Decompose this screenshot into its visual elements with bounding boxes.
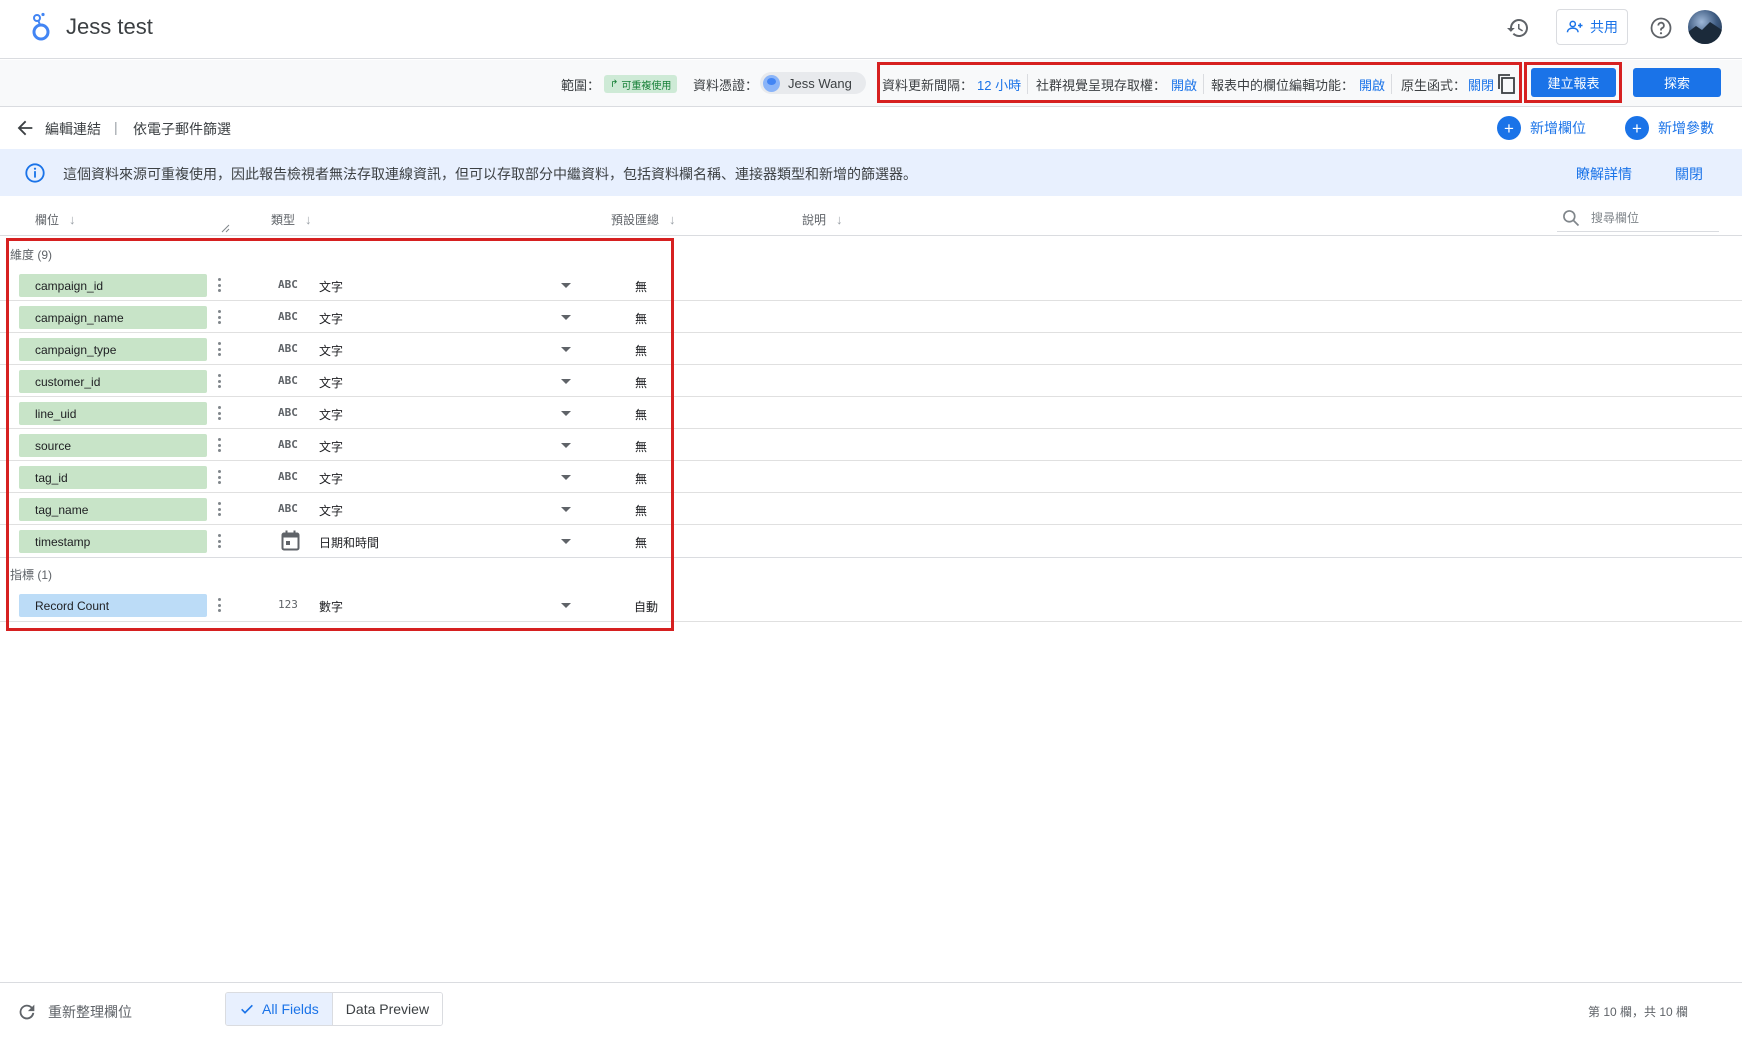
highlight-box bbox=[6, 238, 674, 631]
highlight-box bbox=[1524, 62, 1622, 103]
tab-data-preview-label: Data Preview bbox=[345, 1001, 430, 1017]
sort-arrow-icon: ↓ bbox=[669, 212, 676, 227]
breadcrumb-separator: | bbox=[114, 119, 118, 135]
search-icon bbox=[1563, 210, 1580, 227]
column-header-aggregation-label: 預設匯總 bbox=[611, 213, 660, 227]
share-arrow-icon: ↱ bbox=[610, 78, 619, 90]
data-source-editor: Jess test 共用 範圍： ↱ 可重複使用 資料憑證： Jess Wang… bbox=[0, 0, 1742, 1051]
top-header: Jess test 共用 bbox=[0, 0, 1742, 59]
share-button[interactable]: 共用 bbox=[1556, 9, 1628, 45]
footer-bar: 重新整理欄位 All Fields Data Preview 第 10 欄，共 … bbox=[0, 982, 1742, 1051]
search-input[interactable] bbox=[1591, 207, 1717, 229]
version-history-icon[interactable] bbox=[1503, 13, 1533, 43]
explore-button[interactable]: 探索 bbox=[1633, 68, 1721, 97]
help-icon[interactable] bbox=[1646, 13, 1676, 43]
sort-arrow-icon: ↓ bbox=[69, 212, 76, 227]
looker-studio-logo-icon bbox=[32, 12, 50, 41]
share-label: 共用 bbox=[1590, 19, 1618, 35]
add-field-button[interactable]: + 新增欄位 bbox=[1497, 116, 1586, 140]
credentials-label: 資料憑證： bbox=[693, 78, 759, 93]
breadcrumb: 編輯連結 | 依電子郵件篩選 + 新增欄位 + 新增參數 bbox=[0, 107, 1742, 149]
refresh-icon bbox=[19, 1004, 35, 1020]
tab-all-fields[interactable]: All Fields bbox=[226, 993, 333, 1025]
credentials-avatar-icon bbox=[763, 74, 780, 92]
data-source-name[interactable]: 依電子郵件篩選 bbox=[133, 119, 231, 139]
tab-data-preview[interactable]: Data Preview bbox=[332, 993, 443, 1025]
add-field-label: 新增欄位 bbox=[1530, 120, 1586, 136]
credentials-chip[interactable]: Jess Wang bbox=[760, 72, 866, 94]
refresh-fields-label: 重新整理欄位 bbox=[48, 1004, 132, 1020]
learn-more-link[interactable]: 瞭解詳情 bbox=[1576, 164, 1632, 184]
column-header-description[interactable]: 說明 ↓ bbox=[802, 211, 843, 228]
add-person-icon bbox=[1566, 20, 1583, 33]
add-parameter-label: 新增參數 bbox=[1658, 120, 1714, 136]
table-header: 欄位 ↓ 類型 ↓ 預設匯總 ↓ 說明 ↓ bbox=[0, 200, 1742, 236]
user-avatar[interactable] bbox=[1688, 10, 1722, 44]
reusable-chip: ↱ 可重複使用 bbox=[604, 75, 678, 93]
info-icon bbox=[25, 163, 45, 183]
highlight-box bbox=[877, 62, 1522, 103]
column-header-aggregation[interactable]: 預設匯總 ↓ bbox=[611, 211, 676, 228]
column-header-field-label: 欄位 bbox=[35, 213, 60, 227]
refresh-fields-button[interactable]: 重新整理欄位 bbox=[16, 1001, 132, 1023]
add-parameter-button[interactable]: + 新增參數 bbox=[1625, 116, 1714, 140]
column-header-description-label: 說明 bbox=[802, 213, 827, 227]
field-count: 第 10 欄，共 10 欄 bbox=[1588, 1005, 1689, 1019]
credentials-user: Jess Wang bbox=[788, 75, 852, 91]
column-header-field[interactable]: 欄位 ↓ bbox=[35, 211, 76, 228]
back-arrow-icon[interactable] bbox=[14, 117, 36, 139]
check-icon bbox=[241, 1004, 253, 1014]
banner-text: 這個資料來源可重複使用，因此報告檢視者無法存取連線資訊，但可以存取部分中繼資料，… bbox=[63, 166, 917, 182]
sort-arrow-icon: ↓ bbox=[305, 212, 312, 227]
info-banner: 這個資料來源可重複使用，因此報告檢視者無法存取連線資訊，但可以存取部分中繼資料，… bbox=[0, 149, 1742, 196]
plus-icon: + bbox=[1625, 116, 1649, 140]
close-banner-button[interactable]: 關閉 bbox=[1675, 164, 1703, 184]
tab-all-fields-label: All Fields bbox=[262, 1001, 319, 1017]
scope-label: 範圍： bbox=[561, 78, 601, 93]
field-search bbox=[1557, 206, 1719, 232]
column-header-type[interactable]: 類型 ↓ bbox=[271, 211, 312, 228]
sort-arrow-icon: ↓ bbox=[836, 212, 843, 227]
report-title[interactable]: Jess test bbox=[66, 14, 153, 40]
resize-handle-icon[interactable] bbox=[221, 224, 230, 233]
edit-connection-link[interactable]: 編輯連結 bbox=[45, 119, 101, 139]
plus-icon: + bbox=[1497, 116, 1521, 140]
view-toggle: All Fields Data Preview bbox=[225, 992, 444, 1026]
column-header-type-label: 類型 bbox=[271, 213, 296, 227]
reusable-chip-label: 可重複使用 bbox=[621, 80, 672, 92]
